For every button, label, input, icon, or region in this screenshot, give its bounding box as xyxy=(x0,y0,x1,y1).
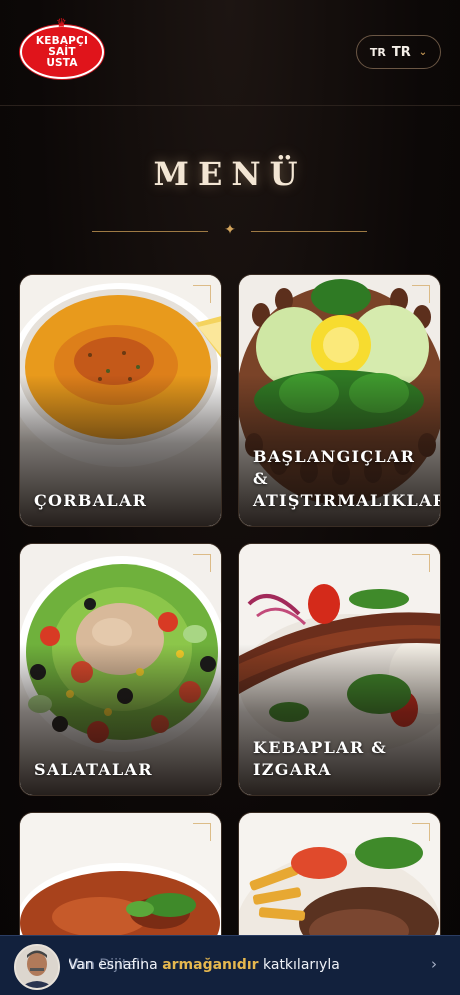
menu-card-kebaplar[interactable]: Kebaplar & Izgara xyxy=(238,543,441,796)
brand-logo[interactable]: ♛ KEBAPÇI SAİT USTA xyxy=(20,17,104,79)
banner-text-part3: katkılarıyla xyxy=(258,957,340,973)
menu-card-salatalar[interactable]: Salatalar xyxy=(19,543,222,796)
language-selector[interactable]: TR TR ⌄ xyxy=(356,35,441,69)
title-divider-right xyxy=(251,231,367,232)
logo-line-1: KEBAPÇI xyxy=(35,34,89,47)
sparkle-icon: ✦ xyxy=(224,222,236,238)
language-label: TR xyxy=(391,44,411,60)
logo-line-2: SAİT xyxy=(48,45,76,58)
corner-ornament xyxy=(412,554,430,572)
corner-ornament xyxy=(193,823,211,841)
chevron-down-icon: ⌄ xyxy=(418,46,428,58)
title-divider-left xyxy=(92,231,208,232)
logo-line-3: USTA xyxy=(46,56,78,69)
person-photo xyxy=(16,946,58,988)
corner-ornament xyxy=(193,554,211,572)
corner-ornament xyxy=(412,823,430,841)
page-title: MENÜ xyxy=(153,155,307,193)
corner-ornament xyxy=(193,285,211,303)
card-label: Başlangıçlar & Atıştırmalıklar xyxy=(253,447,441,510)
chevron-right-icon[interactable]: › xyxy=(431,955,437,973)
banner-text-bold: armağanıdır xyxy=(162,957,259,973)
banner-text-part2: Van esnafına xyxy=(69,957,163,973)
menu-card-baslangiclar[interactable]: Başlangıçlar & Atıştırmalıklar xyxy=(238,274,441,527)
crown-icon: ♛ xyxy=(56,16,67,30)
flag-icon: TR xyxy=(369,45,386,59)
card-label: Kebaplar & Izgara xyxy=(253,738,388,779)
header: ♛ KEBAPÇI SAİT USTA TR TR ⌄ xyxy=(0,0,460,106)
promo-banner[interactable]: Van DijitallVan esnafına armağanıdır kat… xyxy=(0,935,460,995)
banner-text: Van DijitallVan esnafına armağanıdır kat… xyxy=(69,957,429,973)
card-label: Çorbalar xyxy=(34,491,148,510)
menu-card-corbalar[interactable]: Çorbalar xyxy=(19,274,222,527)
card-label: Salatalar xyxy=(34,760,153,779)
avatar xyxy=(14,944,60,990)
corner-ornament xyxy=(412,285,430,303)
